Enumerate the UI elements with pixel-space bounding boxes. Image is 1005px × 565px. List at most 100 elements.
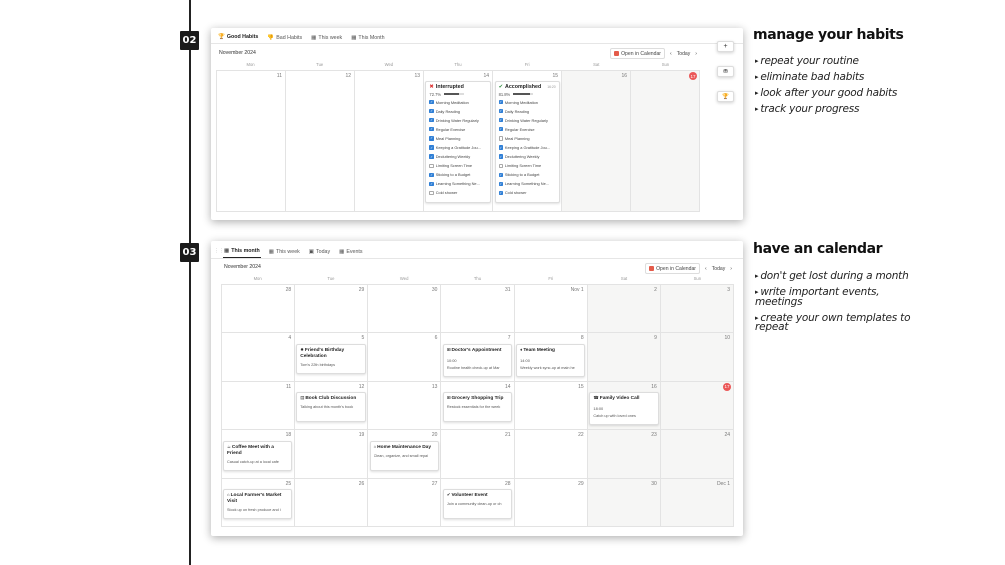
event-card[interactable]: ☎Family Video Call 18:00 Catch up with lov… <box>589 392 659 426</box>
event-card[interactable]: ✸Friend's Birthday Celebration Tom's 22th… <box>296 343 366 374</box>
day-cell[interactable]: 11 <box>217 71 286 212</box>
event-card[interactable]: ⊞Grocery Shopping Trip Restock essentials… <box>442 392 513 423</box>
habit-item[interactable]: ✓ Meal Planning <box>429 134 486 143</box>
day-cell[interactable]: 3 <box>660 285 734 334</box>
habit-item[interactable]: ✓ Regular Exercise <box>429 125 486 134</box>
day-cell[interactable]: 16 <box>562 71 631 212</box>
tab-today[interactable]: ▣ Today <box>308 246 331 258</box>
habit-item[interactable]: Limiting Screen Time <box>498 161 556 170</box>
day-cell[interactable]: 21 <box>441 430 515 479</box>
next-arrow-icon[interactable]: › <box>730 266 732 272</box>
event-card[interactable]: ✔Volunteer Event Join a community clean-u… <box>442 489 513 520</box>
checkbox[interactable]: ✓ <box>429 181 434 187</box>
event-card[interactable]: ⊞Doctor's Appointment 10:00 Routine health… <box>442 343 513 377</box>
day-cell[interactable]: Dec 1 <box>660 478 734 527</box>
trophy-button[interactable]: 🏆 <box>717 91 734 102</box>
checkbox[interactable] <box>498 163 503 168</box>
checkbox[interactable]: ✓ <box>498 154 503 159</box>
event-card[interactable]: ⌂Local Farmer's Market Visit Stock up on … <box>223 489 293 520</box>
checkbox[interactable]: ✓ <box>429 172 434 177</box>
today-button[interactable]: Today <box>712 266 726 272</box>
checkbox[interactable]: ✓ <box>498 99 503 105</box>
day-cell[interactable]: 15 <box>514 381 588 431</box>
habit-item[interactable]: ✓ Morning Meditation <box>498 98 556 107</box>
checkbox[interactable]: ✓ <box>498 190 503 196</box>
day-cell[interactable]: 30 <box>587 478 661 527</box>
event-card[interactable]: ☕Coffee Meet with a Friend Casual catch-u… <box>223 440 293 471</box>
habit-item[interactable]: ✓ Daily Reading <box>498 107 556 116</box>
checkbox[interactable]: ✓ <box>429 127 434 132</box>
checkbox[interactable]: ✓ <box>429 118 434 123</box>
habit-item[interactable]: ✓ Morning Meditation <box>429 98 486 107</box>
day-cell[interactable]: 31 <box>441 285 515 334</box>
event-card[interactable]: ⌂Home Maintenance Day Clean, organize, an… <box>369 440 439 471</box>
habit-item[interactable]: ✓ Learning Something Ne... <box>498 179 556 188</box>
day-cell[interactable]: 9 <box>587 333 661 382</box>
day-cell[interactable]: 11 <box>222 381 296 431</box>
drag-handle-icon[interactable]: ⋮⋮ <box>214 248 224 254</box>
day-cell[interactable]: 19 <box>295 430 369 479</box>
day-cell[interactable]: 13 <box>355 71 424 212</box>
day-cell[interactable]: 10 <box>660 333 734 382</box>
day-cell[interactable]: 13 <box>368 381 442 431</box>
checkbox[interactable] <box>429 190 434 196</box>
checkbox[interactable]: ✓ <box>429 99 434 105</box>
checkbox[interactable]: ✓ <box>429 108 434 114</box>
checkbox[interactable] <box>429 163 434 168</box>
day-cell[interactable]: 27 <box>368 478 442 527</box>
habit-item[interactable]: ✓ Daily Reading <box>429 107 486 116</box>
checkbox[interactable] <box>498 136 503 141</box>
day-cell[interactable]: 17 <box>660 381 734 431</box>
open-in-calendar-button[interactable]: Open in Calendar <box>610 48 665 59</box>
checkbox[interactable]: ✓ <box>498 172 503 177</box>
day-cell[interactable]: 30 <box>368 285 442 334</box>
habit-item[interactable]: ✓ Keeping a Gratitude Jou... <box>429 143 486 152</box>
habit-item[interactable]: ✓ Decluttering Weekly <box>429 152 486 161</box>
checkbox[interactable]: ✓ <box>429 145 434 150</box>
habit-item[interactable]: ✓ Regular Exercise <box>498 125 556 134</box>
checkbox[interactable]: ✓ <box>498 127 503 132</box>
day-cell[interactable]: 6 <box>368 333 442 382</box>
tab-events[interactable]: ▦ Events <box>338 246 363 258</box>
day-cell[interactable]: 29 <box>514 478 588 527</box>
checkbox[interactable]: ✓ <box>429 154 434 159</box>
habit-item[interactable]: ✓ Learning Something Ne... <box>429 179 486 188</box>
habit-item[interactable]: ✓ Drinking Water Regularly <box>429 116 486 125</box>
checkbox[interactable]: ✓ <box>498 118 503 123</box>
chat-button[interactable]: ⛃ <box>717 66 734 77</box>
checkbox[interactable]: ✓ <box>429 136 434 141</box>
plus-button[interactable]: + <box>717 41 734 52</box>
habit-item[interactable]: Meal Planning <box>498 134 556 143</box>
checkbox[interactable]: ✓ <box>498 145 503 150</box>
habit-item[interactable]: ✓ Decluttering Weekly <box>498 152 556 161</box>
habit-item[interactable]: ✓ Cold shower <box>498 188 556 197</box>
event-card[interactable]: ▤Book Club Discussion Talking about this … <box>296 392 366 423</box>
today-button[interactable]: Today <box>677 51 691 57</box>
day-cell[interactable]: 28 <box>222 285 296 334</box>
habit-card[interactable]: ✔ Accomplished 16:20 81.8% ✓ Morning Meditati… <box>494 81 560 203</box>
day-cell[interactable]: 24 <box>660 430 734 479</box>
habit-item[interactable]: ✓ Keeping a Gratitude Jou... <box>498 143 556 152</box>
habit-item[interactable]: Limiting Screen Time <box>429 161 486 170</box>
day-cell[interactable]: 2 <box>587 285 661 334</box>
prev-arrow-icon[interactable]: ‹ <box>705 266 707 272</box>
day-cell[interactable]: 29 <box>295 285 369 334</box>
checkbox[interactable]: ✓ <box>498 181 503 187</box>
next-arrow-icon[interactable]: › <box>695 51 697 57</box>
habit-item[interactable]: ✓ Sticking to a Budget <box>429 170 486 179</box>
open-in-calendar-button[interactable]: Open in Calendar <box>645 263 700 274</box>
habit-item[interactable]: Cold shower <box>429 188 486 197</box>
habit-item[interactable]: ✓ Sticking to a Budget <box>498 170 556 179</box>
tab-this-month[interactable]: ▦ This month <box>223 246 261 258</box>
event-card[interactable]: ♦Team Meeting 14:00 Weekly work sync-up at… <box>516 343 586 377</box>
day-cell[interactable]: 17 <box>631 71 700 212</box>
prev-arrow-icon[interactable]: ‹ <box>670 51 672 57</box>
day-cell[interactable]: 4 <box>222 333 296 382</box>
day-cell[interactable]: 23 <box>587 430 661 479</box>
day-cell[interactable]: 26 <box>295 478 369 527</box>
checkbox[interactable]: ✓ <box>498 108 503 114</box>
habit-item[interactable]: ✓ Drinking Water Regularly <box>498 116 556 125</box>
day-cell[interactable]: 22 <box>514 430 588 479</box>
day-cell[interactable]: Nov 1 <box>514 285 588 334</box>
habit-card[interactable]: ✖ Interrupted 72.7% ✓ Morning Meditation ✓ Dai… <box>425 81 491 203</box>
